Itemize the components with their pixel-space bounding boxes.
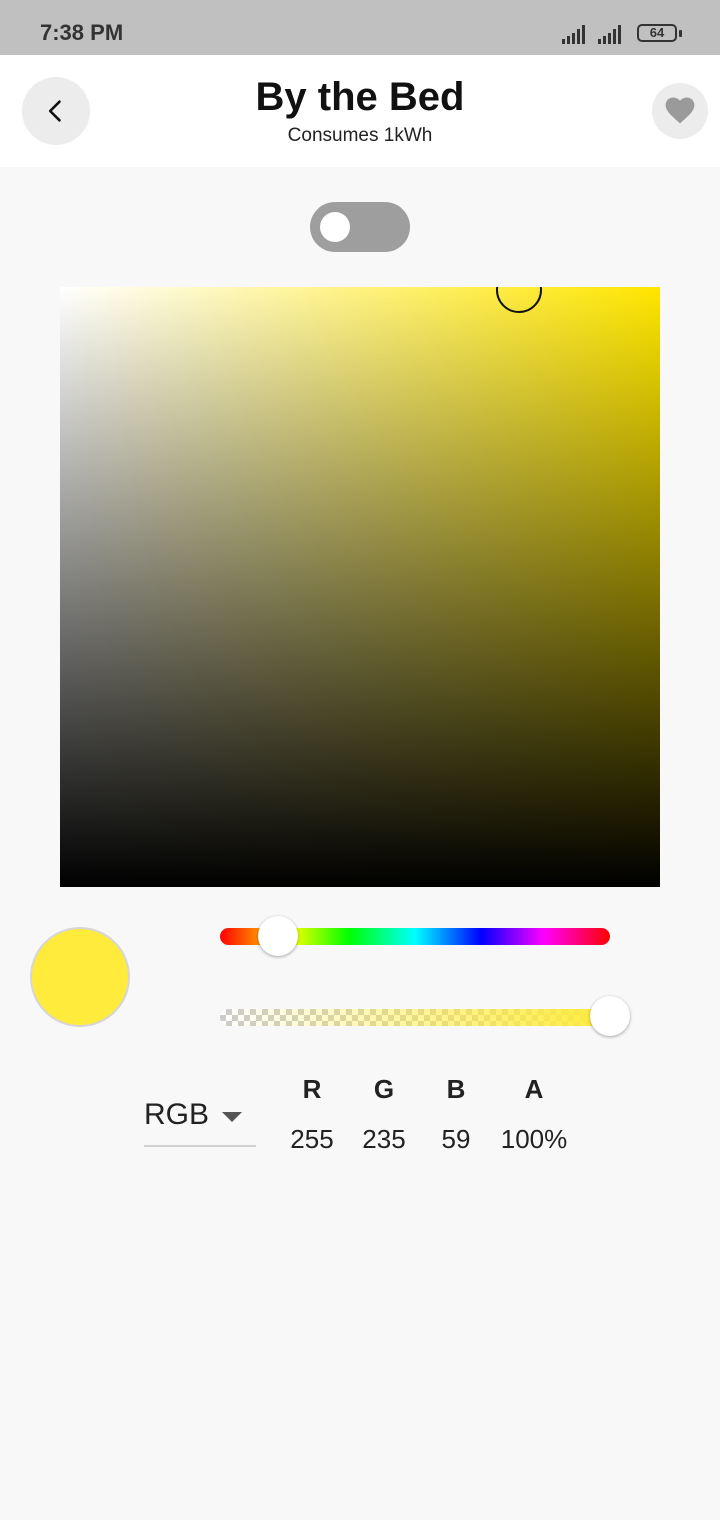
favorite-button[interactable] <box>652 83 708 139</box>
alpha-gradient <box>220 1009 610 1026</box>
toggle-knob <box>320 212 350 242</box>
channel-value-a[interactable]: 100% <box>494 1124 574 1155</box>
battery-tip <box>679 30 682 37</box>
channel-label-b: B <box>446 1074 466 1104</box>
channel-value-g[interactable]: 235 <box>344 1124 424 1155</box>
status-time: 7:38 PM <box>40 20 124 45</box>
dropdown-arrow-icon <box>222 1112 242 1122</box>
color-selector-cursor[interactable] <box>496 287 542 313</box>
battery-icon: 64 <box>637 24 677 42</box>
alpha-slider-thumb[interactable] <box>590 996 630 1036</box>
heart-icon <box>665 97 695 124</box>
signal-icon-2 <box>598 24 626 44</box>
alpha-slider[interactable] <box>220 1009 610 1026</box>
signal-icon <box>562 24 590 44</box>
color-mode-label: RGB <box>144 1098 210 1131</box>
channel-label-r: R <box>302 1074 322 1104</box>
hue-slider-thumb[interactable] <box>258 916 298 956</box>
channel-value-b[interactable]: 59 <box>416 1124 496 1155</box>
app-header: By the Bed Consumes 1kWh <box>0 55 720 167</box>
color-mode-dropdown[interactable]: RGB <box>144 1092 256 1147</box>
channel-label-g: G <box>373 1074 395 1104</box>
channel-value-r[interactable]: 255 <box>272 1124 352 1155</box>
page-title: By the Bed <box>255 75 465 119</box>
page-subtitle: Consumes 1kWh <box>287 125 433 146</box>
channel-label-a: A <box>524 1074 544 1104</box>
color-preview <box>30 927 130 1027</box>
power-toggle[interactable] <box>310 202 410 252</box>
status-bar: 7:38 PM 64 <box>0 0 720 55</box>
saturation-value-area[interactable] <box>60 287 660 887</box>
